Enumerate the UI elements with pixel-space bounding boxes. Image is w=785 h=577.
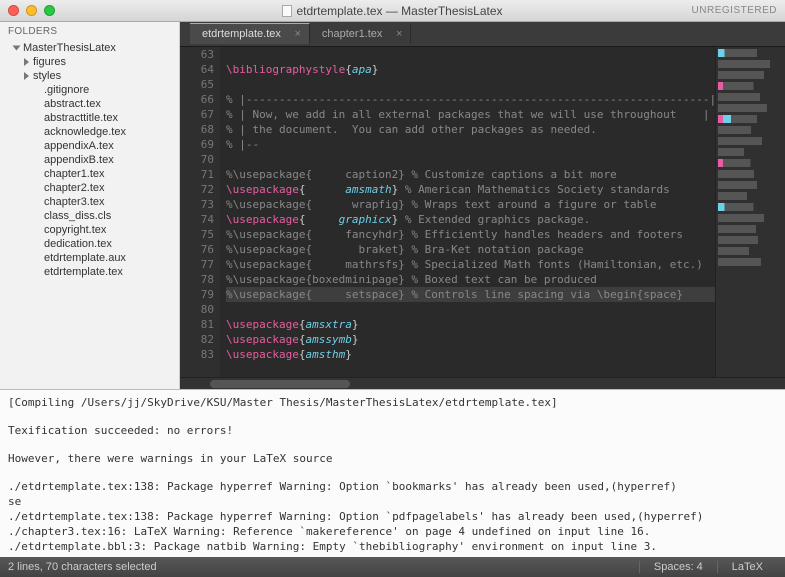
- window-controls: [0, 5, 55, 16]
- tree-file[interactable]: chapter3.tex: [0, 195, 179, 209]
- tree-file[interactable]: copyright.tex: [0, 223, 179, 237]
- close-icon[interactable]: ×: [396, 28, 402, 40]
- code-lines[interactable]: \bibliographystyle{apa}% |--------------…: [220, 47, 785, 377]
- unregistered-label: UNREGISTERED: [692, 5, 785, 16]
- tree-file[interactable]: chapter1.tex: [0, 167, 179, 181]
- tree-root-label: MasterThesisLatex: [23, 42, 116, 54]
- tree-file[interactable]: etdrtemplate.aux: [0, 251, 179, 265]
- minimize-window-button[interactable]: [26, 5, 37, 16]
- file-tree: MasterThesisLatex figures styles .gitigno…: [0, 41, 179, 279]
- tree-root[interactable]: MasterThesisLatex: [0, 41, 179, 55]
- tab-label: etdrtemplate.tex: [202, 28, 281, 40]
- tree-file[interactable]: chapter2.tex: [0, 181, 179, 195]
- status-indent[interactable]: Spaces: 4: [639, 561, 717, 573]
- document-icon: [282, 5, 292, 17]
- tree-folder-label: figures: [33, 56, 66, 68]
- tab-inactive[interactable]: chapter1.tex ×: [310, 24, 412, 44]
- status-bar: 2 lines, 70 characters selected Spaces: …: [0, 557, 785, 577]
- tree-file[interactable]: abstract.tex: [0, 97, 179, 111]
- minimap[interactable]: [715, 47, 785, 389]
- tree-folder[interactable]: styles: [0, 69, 179, 83]
- titlebar: etdrtemplate.tex — MasterThesisLatex UNR…: [0, 0, 785, 22]
- zoom-window-button[interactable]: [44, 5, 55, 16]
- tree-file[interactable]: etdrtemplate.tex: [0, 265, 179, 279]
- horizontal-scrollbar[interactable]: [180, 377, 785, 389]
- window-title: etdrtemplate.tex — MasterThesisLatex: [0, 4, 785, 18]
- tab-active[interactable]: etdrtemplate.tex ×: [190, 23, 310, 44]
- folders-header: FOLDERS: [0, 22, 179, 41]
- tree-file[interactable]: .gitignore: [0, 83, 179, 97]
- tree-file[interactable]: acknowledge.tex: [0, 125, 179, 139]
- chevron-right-icon[interactable]: [24, 58, 29, 66]
- tree-file[interactable]: class_diss.cls: [0, 209, 179, 223]
- chevron-down-icon[interactable]: [13, 46, 21, 51]
- tree-file[interactable]: appendixB.tex: [0, 153, 179, 167]
- status-selection: 2 lines, 70 characters selected: [8, 561, 157, 573]
- tab-bar: etdrtemplate.tex × chapter1.tex ×: [180, 22, 785, 47]
- build-output-panel[interactable]: [Compiling /Users/jj/SkyDrive/KSU/Master…: [0, 389, 785, 557]
- tree-file[interactable]: abstracttitle.tex: [0, 111, 179, 125]
- tree-folder[interactable]: figures: [0, 55, 179, 69]
- editor: etdrtemplate.tex × chapter1.tex × 63646566…: [180, 22, 785, 389]
- tab-label: chapter1.tex: [322, 28, 383, 40]
- code-view[interactable]: 6364656667686970717273747576777879808182…: [180, 47, 785, 377]
- tree-file[interactable]: dedication.tex: [0, 237, 179, 251]
- chevron-right-icon[interactable]: [24, 72, 29, 80]
- status-syntax[interactable]: LaTeX: [717, 561, 777, 573]
- gutter: 6364656667686970717273747576777879808182…: [180, 47, 220, 377]
- close-icon[interactable]: ×: [294, 28, 300, 40]
- sidebar: FOLDERS MasterThesisLatex figures styles …: [0, 22, 180, 389]
- scrollbar-thumb[interactable]: [210, 380, 350, 388]
- tree-file[interactable]: appendixA.tex: [0, 139, 179, 153]
- close-window-button[interactable]: [8, 5, 19, 16]
- tree-folder-label: styles: [33, 70, 61, 82]
